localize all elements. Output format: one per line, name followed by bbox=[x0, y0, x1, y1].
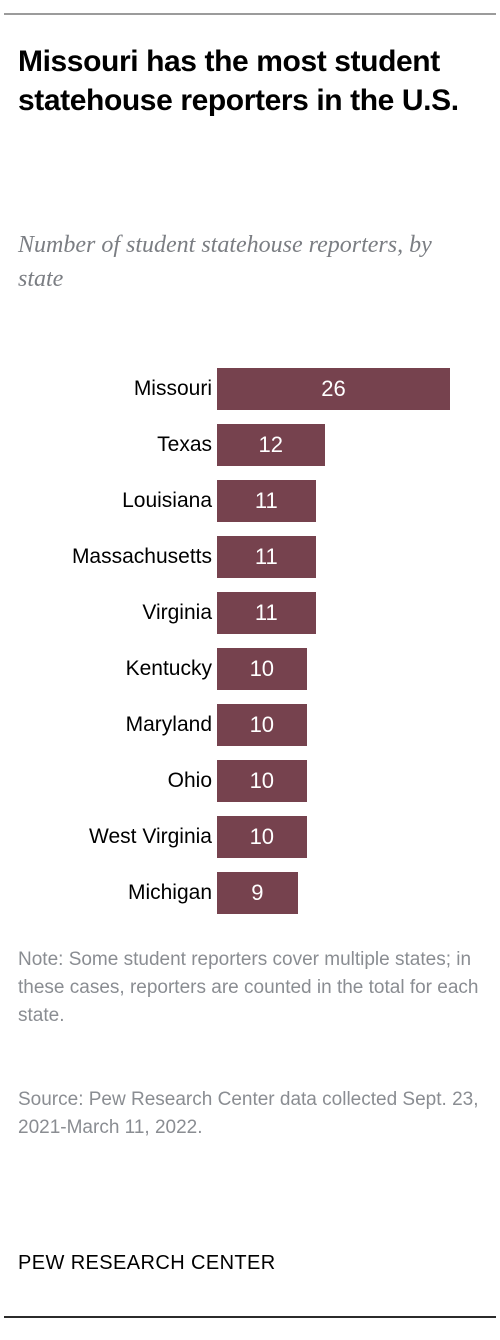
bar-track: 10 bbox=[217, 648, 450, 690]
bar-value-label: 26 bbox=[321, 376, 346, 401]
bar-category-label: West Virginia bbox=[89, 825, 212, 848]
bar-row: Kentucky 10 bbox=[0, 648, 500, 690]
bottom-divider bbox=[4, 1316, 496, 1318]
bar-row: Ohio 10 bbox=[0, 760, 500, 802]
bar-track: 10 bbox=[217, 704, 450, 746]
bar-chart: Missouri 26 Texas 12 Louisiana 11 Massachusett… bbox=[0, 368, 500, 914]
bar: 11 bbox=[217, 536, 316, 578]
bar-track: 11 bbox=[217, 480, 450, 522]
bar: 10 bbox=[217, 816, 307, 858]
bar-row: Massachusetts 11 bbox=[0, 536, 500, 578]
bar-value-label: 10 bbox=[249, 712, 275, 737]
bar-row: Michigan 9 bbox=[0, 872, 500, 914]
bar: 12 bbox=[217, 424, 325, 466]
chart-source: Source: Pew Research Center data collect… bbox=[18, 1089, 479, 1138]
bar-track: 10 bbox=[217, 760, 450, 802]
bar-value-label: 11 bbox=[254, 488, 278, 513]
bar: 9 bbox=[217, 872, 298, 914]
bar-row: West Virginia 10 bbox=[0, 816, 500, 858]
bar-category-label: Virginia bbox=[142, 601, 212, 624]
bar-track: 12 bbox=[217, 424, 450, 466]
bar-row: Missouri 26 bbox=[0, 368, 500, 410]
bar-row: Virginia 11 bbox=[0, 592, 500, 634]
bar-value-label: 10 bbox=[249, 656, 275, 681]
bar-value-label: 11 bbox=[254, 544, 278, 569]
bar-track: 10 bbox=[217, 816, 450, 858]
bar-category-label: Michigan bbox=[127, 881, 212, 904]
bar-row: Louisiana 11 bbox=[0, 480, 500, 522]
bar: 10 bbox=[217, 760, 307, 802]
bar: 11 bbox=[217, 480, 316, 522]
bar-category-label: Maryland bbox=[125, 713, 212, 736]
bar-value-label: 10 bbox=[249, 768, 275, 793]
bar-track: 11 bbox=[217, 536, 450, 578]
pew-chart-figure: Missouri has the most student statehouse… bbox=[0, 0, 500, 1340]
chart-note: Note: Some student reporters cover multi… bbox=[18, 949, 479, 1026]
bar: 10 bbox=[217, 704, 307, 746]
bar-category-label: Texas bbox=[157, 433, 212, 456]
bar-track: 11 bbox=[217, 592, 450, 634]
chart-subtitle: Number of student statehouse reporters, … bbox=[18, 232, 432, 292]
bar-category-label: Kentucky bbox=[125, 657, 212, 680]
bar: 10 bbox=[217, 648, 307, 690]
bar: 26 bbox=[217, 368, 450, 410]
bar-track: 26 bbox=[217, 368, 450, 410]
chart-title: Missouri has the most student statehouse… bbox=[18, 45, 459, 117]
bar-category-label: Missouri bbox=[133, 377, 212, 400]
chart-footer-brand: PEW RESEARCH CENTER bbox=[18, 1252, 276, 1274]
bar-row: Maryland 10 bbox=[0, 704, 500, 746]
bar-row: Texas 12 bbox=[0, 424, 500, 466]
bar-value-label: 9 bbox=[251, 880, 264, 905]
bar-category-label: Louisiana bbox=[122, 489, 212, 512]
bar-track: 9 bbox=[217, 872, 450, 914]
bar-category-label: Ohio bbox=[167, 769, 212, 792]
bar-value-label: 11 bbox=[254, 600, 278, 625]
bar-value-label: 10 bbox=[249, 824, 275, 849]
bar-category-label: Massachusetts bbox=[71, 545, 212, 568]
bar: 11 bbox=[217, 592, 316, 634]
bar-value-label: 12 bbox=[258, 432, 283, 457]
top-divider bbox=[4, 13, 496, 15]
